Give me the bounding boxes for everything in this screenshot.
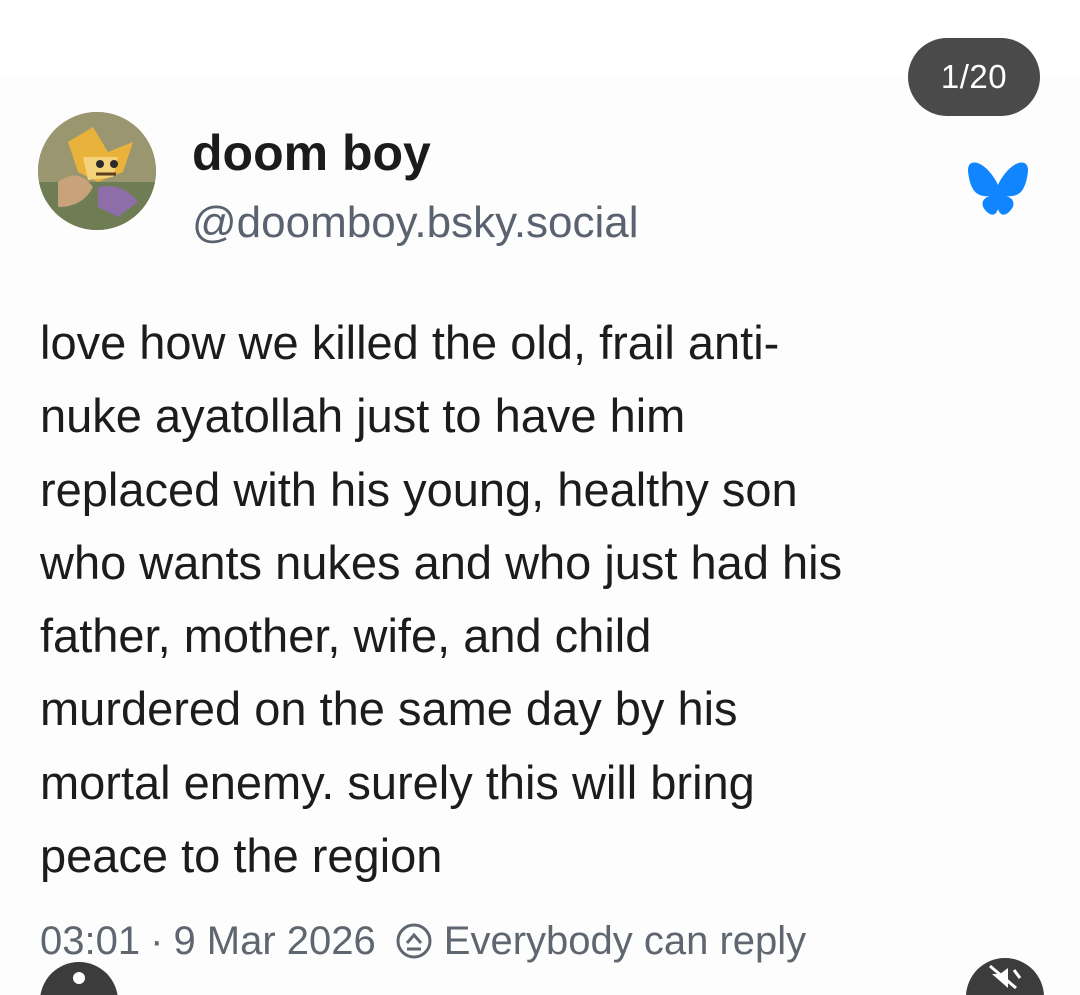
post-text-line: murdered on the same day by his: [40, 682, 738, 736]
profile-button-icon: [73, 972, 85, 984]
reply-setting-label: Everybody can reply: [443, 918, 807, 963]
post-text-line: peace to the region: [40, 829, 443, 883]
post-text-line: father, mother, wife, and child: [40, 609, 652, 663]
image-counter-label: 1/20: [940, 58, 1008, 95]
image-counter: 1/20: [908, 38, 1040, 116]
author-handle[interactable]: @doomboy.bsky.social: [192, 198, 639, 248]
mute-button[interactable]: [966, 958, 1044, 995]
author-avatar[interactable]: [38, 112, 156, 230]
bluesky-butterfly-icon: [968, 162, 1028, 215]
mute-button-icon: [989, 964, 1022, 990]
author-display-name[interactable]: doom boy: [192, 124, 431, 182]
post-text-line: love how we killed the old, frail anti-: [40, 316, 780, 369]
post-text-line: who wants nukes and who just had his: [40, 535, 843, 589]
avatar-image: [38, 112, 156, 230]
post-meta: 03:01 · 9 Mar 2026 Everybody can reply: [40, 912, 806, 970]
post-text-line: replaced with his young, healthy son: [40, 462, 798, 516]
post-body: love how we killed the old, frail anti- …: [40, 306, 1050, 892]
post-text-line: mortal enemy. surely this will bring: [40, 755, 755, 809]
post-text-line: nuke ayatollah just to have him: [40, 389, 686, 443]
post-date: 9 Mar 2026: [173, 918, 376, 963]
meta-separator: ·: [150, 918, 164, 963]
post-time: 03:01: [40, 918, 141, 963]
reply-settings-icon: [396, 923, 432, 959]
screenshot-viewer: 1/20 doom boy @doomboy.bsky.social love …: [0, 0, 1080, 995]
